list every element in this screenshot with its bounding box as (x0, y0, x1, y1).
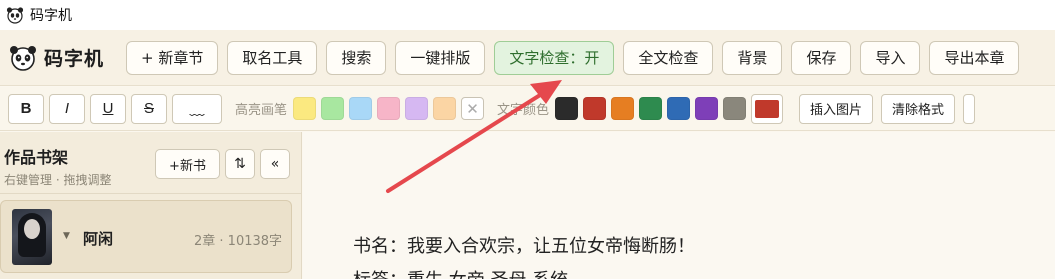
new-book-button[interactable]: +新书 (155, 149, 220, 179)
current-color-chip (755, 99, 780, 118)
text-color-swatch-3[interactable] (639, 97, 663, 120)
book-shelf-sidebar: 作品书架 右键管理 · 拖拽调整 +新书 ⇅ « ▼ 阿闲 2章 · 10138… (0, 132, 302, 279)
underline-button[interactable]: U (90, 93, 126, 124)
clear-highlight-button[interactable]: ✕ (461, 97, 485, 120)
text-color-swatches (555, 97, 751, 120)
text-color-swatch-2[interactable] (611, 97, 635, 120)
shelf-subtitle: 右键管理 · 拖拽调整 (4, 173, 112, 187)
wave-underline-button[interactable]: ﹏ (172, 93, 222, 124)
insert-image-button[interactable]: 插入图片 (799, 93, 874, 124)
editor-area[interactable]: 书名：我要入合欢宗，让五位女帝悔断肠！ 标签：重生 女帝 圣母 系统 (303, 132, 1055, 279)
panda-app-icon (6, 7, 24, 24)
text-color-swatch-4[interactable] (667, 97, 691, 120)
new-chapter-button[interactable]: + 新章节 (126, 40, 219, 75)
full-check-button[interactable]: 全文检查 (623, 40, 714, 75)
highlight-swatch-0[interactable] (293, 97, 317, 120)
highlight-swatch-3[interactable] (377, 97, 401, 120)
text-color-swatch-1[interactable] (583, 97, 607, 120)
window-title: 码字机 (30, 8, 72, 24)
panda-logo-icon (10, 45, 36, 71)
editor-line-title[interactable]: 书名：我要入合欢宗，让五位女帝悔断肠！ (353, 232, 695, 258)
main-toolbar: 码字机 + 新章节 取名工具 搜索 一键排版 文字检查：开 全文检查 背景 保存… (0, 30, 1055, 86)
highlight-label: 高亮画笔 (235, 103, 288, 118)
current-color-picker[interactable] (751, 93, 784, 124)
background-button[interactable]: 背景 (722, 40, 783, 75)
import-button[interactable]: 导入 (860, 40, 921, 75)
highlight-swatch-2[interactable] (349, 97, 373, 120)
format-toolbar: B I U S ﹏ 高亮画笔 ✕ 文字颜色 插入图片 清除格式 (0, 87, 1055, 131)
book-stats: 2章 · 10138字 (194, 234, 283, 249)
naming-tool-button[interactable]: 取名工具 (227, 40, 318, 75)
shelf-title: 作品书架 (4, 148, 69, 167)
text-color-swatch-5[interactable] (695, 97, 719, 120)
overflow-button[interactable] (963, 93, 976, 124)
highlight-swatches (293, 97, 461, 120)
sort-icon[interactable]: ⇅ (225, 149, 255, 179)
one-click-format-button[interactable]: 一键排版 (395, 40, 486, 75)
book-item[interactable]: ▼ 阿闲 2章 · 10138字 (0, 200, 292, 273)
text-color-swatch-0[interactable] (555, 97, 579, 120)
search-button[interactable]: 搜索 (326, 40, 387, 75)
collapse-sidebar-icon[interactable]: « (260, 149, 290, 179)
shelf-divider (0, 193, 301, 194)
book-cover (12, 209, 52, 265)
brand: 码字机 (8, 43, 126, 73)
save-button[interactable]: 保存 (791, 40, 852, 75)
text-check-toggle[interactable]: 文字检查：开 (494, 40, 615, 75)
book-name: 阿闲 (83, 230, 114, 248)
text-color-label: 文字颜色 (497, 103, 550, 118)
highlight-swatch-5[interactable] (433, 97, 457, 120)
shelf-header: 作品书架 右键管理 · 拖拽调整 (4, 144, 111, 188)
window-titlebar: 码字机 (0, 0, 1055, 30)
strikethrough-button[interactable]: S (131, 93, 167, 124)
clear-format-button[interactable]: 清除格式 (881, 93, 956, 124)
highlight-swatch-4[interactable] (405, 97, 429, 120)
editor-line-tags[interactable]: 标签：重生 女帝 圣母 系统 (353, 266, 568, 279)
export-chapter-button[interactable]: 导出本章 (929, 40, 1020, 75)
brand-name: 码字机 (44, 48, 105, 70)
text-color-swatch-6[interactable] (723, 97, 747, 120)
italic-button[interactable]: I (49, 93, 85, 124)
expand-caret-icon[interactable]: ▼ (63, 231, 70, 241)
highlight-swatch-1[interactable] (321, 97, 345, 120)
bold-button[interactable]: B (8, 93, 44, 124)
